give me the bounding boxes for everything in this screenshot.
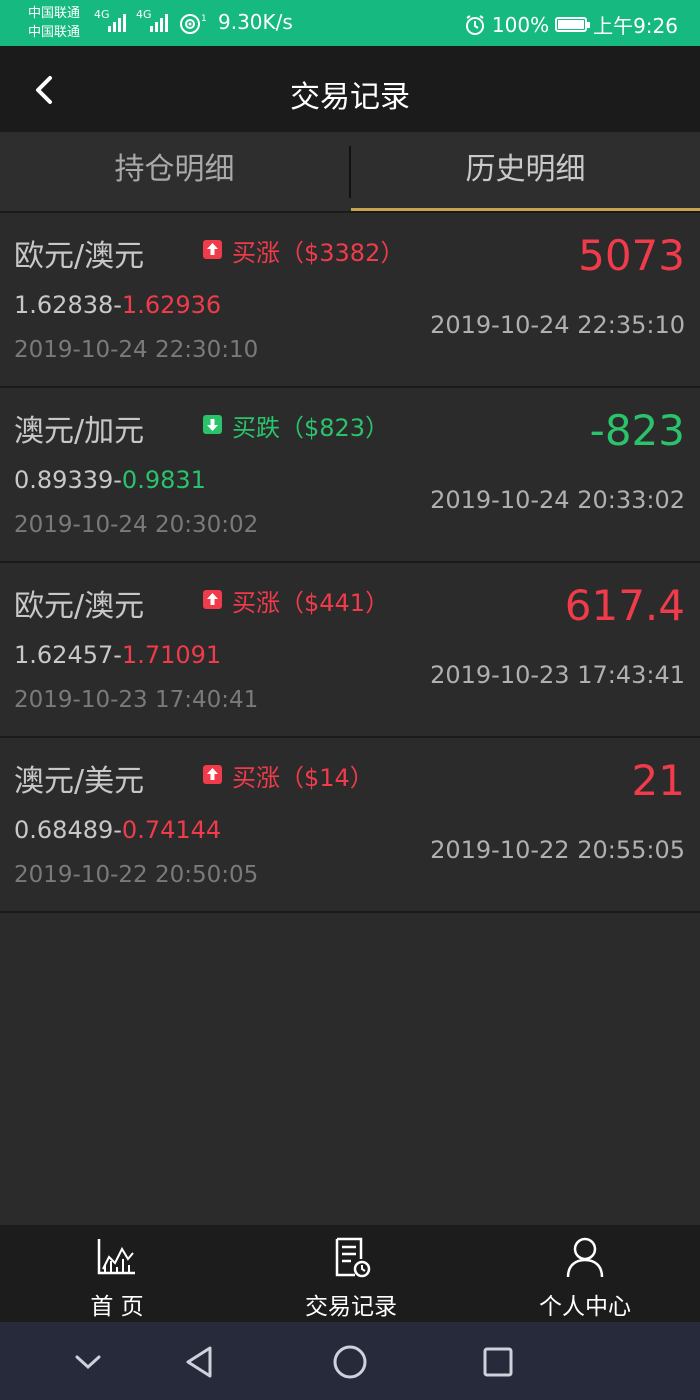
price-range: 1.62457-1.71091 [14, 641, 222, 669]
profit-value: 21 [631, 756, 685, 805]
carrier-2: 中国联通 [28, 25, 81, 40]
system-nav-bar [0, 1322, 700, 1400]
open-price: 1.62457 [14, 641, 114, 669]
clock: 上午9:26 [593, 14, 678, 38]
arrow-up-icon [203, 240, 222, 259]
currency-pair: 欧元/澳元 [14, 239, 145, 274]
nav-trade-records[interactable]: 交易记录 [234, 1225, 468, 1322]
header: 交易记录 [0, 46, 700, 132]
list-item[interactable]: 欧元/澳元 买涨（$441） 1.62457-1.71091 2019-10-2… [0, 563, 700, 738]
direction-label: 买涨（$3382） [232, 239, 405, 267]
open-price: 1.62838 [14, 291, 114, 319]
network-speed: 9.30K/s [218, 10, 293, 34]
battery-percent: 100% [491, 12, 550, 37]
price-range: 0.89339-0.9831 [14, 466, 206, 494]
close-time: 2019-10-23 17:43:41 [430, 661, 685, 689]
svg-text:1: 1 [201, 14, 207, 24]
alarm-icon [465, 14, 484, 35]
close-price: 0.74144 [121, 816, 222, 844]
recents-square-icon[interactable] [478, 1342, 518, 1382]
price-range: 0.68489-0.74144 [14, 816, 222, 844]
home-circle-icon[interactable] [330, 1342, 370, 1382]
signal-bars-icon [150, 14, 168, 32]
back-triangle-icon[interactable] [180, 1342, 220, 1382]
arrow-up-icon [203, 765, 222, 784]
close-time: 2019-10-24 22:35:10 [430, 311, 685, 339]
open-price: 0.89339 [14, 466, 114, 494]
open-time: 2019-10-24 22:30:10 [14, 337, 259, 363]
list-item[interactable]: 澳元/加元 买跌（$823） 0.89339-0.9831 2019-10-24… [0, 388, 700, 563]
bottom-nav: 首 页 交易记录 个人中心 [0, 1225, 700, 1322]
collapse-icon[interactable] [68, 1342, 108, 1382]
direction-label: 买涨（$14） [232, 764, 374, 792]
nav-trade-records-label: 交易记录 [305, 1294, 397, 1320]
nav-profile-label: 个人中心 [539, 1294, 631, 1320]
hotspot-icon: 1 [180, 14, 207, 34]
direction-label: 买跌（$823） [232, 414, 390, 442]
carrier-1: 中国联通 [28, 6, 81, 21]
nav-profile[interactable]: 个人中心 [468, 1225, 700, 1322]
close-price: 1.62936 [121, 291, 222, 319]
close-time: 2019-10-22 20:55:05 [430, 836, 685, 864]
price-range: 1.62838-1.62936 [14, 291, 222, 319]
carrier-labels: 中国联通 中国联通 [28, 4, 80, 42]
open-time: 2019-10-22 20:50:05 [14, 862, 259, 888]
signal-bars-icon [108, 14, 126, 32]
currency-pair: 澳元/加元 [14, 414, 145, 449]
arrow-down-icon [203, 415, 222, 434]
profit-value: 617.4 [564, 581, 685, 630]
open-time: 2019-10-24 20:30:02 [14, 512, 259, 538]
status-bar: 中国联通 中国联通 4G 4G 1 9.30K/s 100% 上午9:26 [0, 0, 700, 46]
currency-pair: 澳元/美元 [14, 764, 145, 799]
battery-icon [555, 17, 591, 32]
tab-positions[interactable]: 持仓明细 [0, 132, 349, 212]
arrow-up-icon [203, 590, 222, 609]
profit-value: 5073 [578, 231, 685, 280]
tab-bar: 持仓明细 历史明细 [0, 132, 700, 212]
close-time: 2019-10-24 20:33:02 [430, 486, 685, 514]
user-icon [566, 1237, 604, 1278]
direction-label: 买涨（$441） [232, 589, 390, 617]
open-time: 2019-10-23 17:40:41 [14, 687, 259, 713]
trade-list: 欧元/澳元 买涨（$3382） 1.62838-1.62936 2019-10-… [0, 213, 700, 913]
list-item[interactable]: 欧元/澳元 买涨（$3382） 1.62838-1.62936 2019-10-… [0, 213, 700, 388]
list-item[interactable]: 澳元/美元 买涨（$14） 0.68489-0.74144 2019-10-22… [0, 738, 700, 913]
tab-history[interactable]: 历史明细 [351, 132, 700, 212]
status-right: 100% 上午9:26 [464, 10, 678, 39]
chart-icon [97, 1239, 135, 1275]
record-icon [335, 1237, 371, 1278]
close-price: 1.71091 [121, 641, 222, 669]
close-price: 0.9831 [121, 466, 206, 494]
page-title: 交易记录 [290, 80, 410, 115]
nav-home[interactable]: 首 页 [0, 1225, 234, 1322]
open-price: 0.68489 [14, 816, 114, 844]
currency-pair: 欧元/澳元 [14, 589, 145, 624]
profit-value: -823 [589, 406, 685, 455]
nav-home-label: 首 页 [90, 1294, 144, 1320]
